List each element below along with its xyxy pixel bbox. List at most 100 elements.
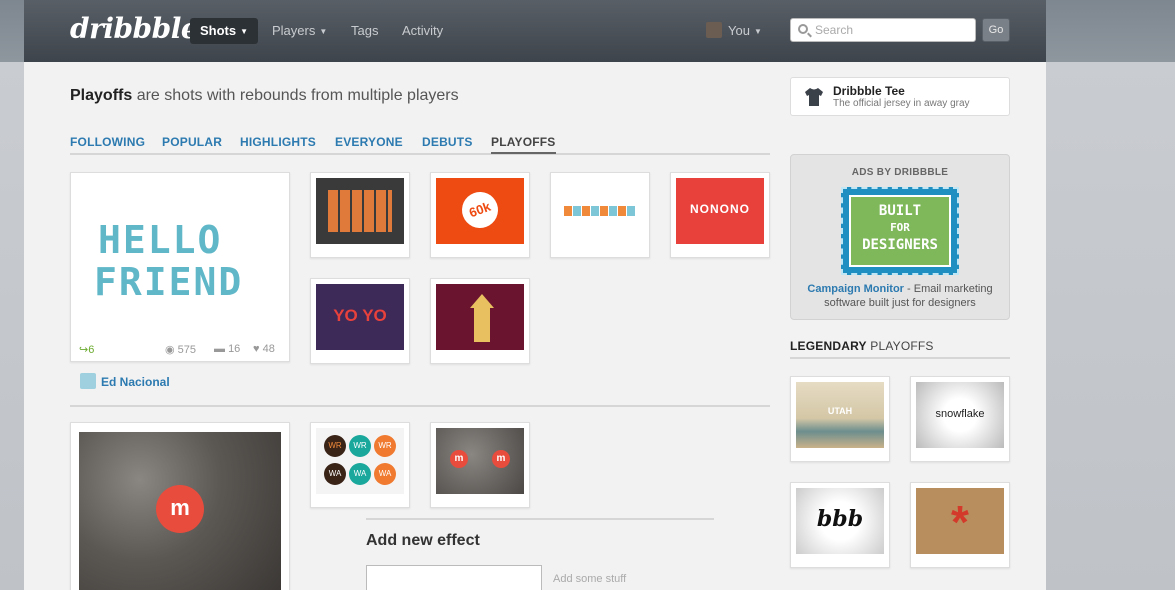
shot-thumbnail: NONONO	[676, 178, 764, 244]
eye-icon: ◉	[165, 344, 175, 356]
arrow-shaft-graphic	[474, 308, 490, 342]
rebound-shot[interactable]	[430, 278, 530, 364]
rebound-count[interactable]: ↪6	[79, 343, 94, 356]
playoff-main-shot[interactable]: m	[70, 422, 290, 590]
m-logo-icon: m	[156, 485, 204, 533]
heart-icon: ♥	[253, 343, 260, 355]
legendary-shot[interactable]: *	[910, 482, 1010, 568]
tab-following[interactable]: FOLLOWING	[70, 135, 145, 149]
go-button[interactable]: Go	[982, 18, 1010, 42]
ad-banner[interactable]: BUILT FOR DESIGNERS	[841, 187, 959, 275]
rebound-shot[interactable]: 60k	[430, 172, 530, 258]
nav-players-label: Players	[272, 23, 316, 38]
playoff-main-shot[interactable]: HELLO FRIEND ↪6 ◉ 575 ▬ 16 ♥ 48	[70, 172, 290, 362]
dribbble-tee-promo[interactable]: Dribbble Tee The official jersey in away…	[790, 77, 1010, 116]
avatar	[706, 22, 722, 38]
wr-badge: WR	[349, 435, 371, 457]
legendary-shot[interactable]: snowflake	[910, 376, 1010, 462]
wr-badge: WR	[324, 435, 346, 457]
nav-activity[interactable]: Activity	[392, 18, 453, 44]
shot-thumbnail	[316, 178, 404, 244]
tee-subtitle: The official jersey in away gray	[833, 98, 970, 109]
tab-everyone[interactable]: EVERYONE	[335, 135, 403, 149]
user-label: You	[728, 23, 750, 38]
ads-panel: ADS BY DRIBBBLE BUILT FOR DESIGNERS Camp…	[790, 154, 1010, 320]
m-logo-icon: m	[492, 450, 510, 468]
tshirt-icon	[805, 88, 823, 106]
wa-badge: WA	[349, 463, 371, 485]
tagline-rest: are shots with rebounds from multiple pl…	[132, 87, 459, 104]
wr-badge: WR	[374, 435, 396, 457]
shot-title-line-1: HELLO	[98, 218, 223, 262]
section-divider	[70, 405, 770, 407]
search-icon	[798, 24, 808, 34]
m-logo-icon: m	[450, 450, 468, 468]
shot-badge-text: 60k	[456, 186, 504, 234]
chevron-down-icon: ▼	[319, 27, 328, 36]
comment-icon: ▬	[214, 343, 225, 355]
pattern-graphic	[564, 206, 636, 216]
shot-thumbnail: WR WR WR WA WA WA	[316, 428, 404, 494]
nav-activity-label: Activity	[402, 23, 444, 38]
likes-count[interactable]: ♥ 48	[253, 343, 275, 355]
player-name[interactable]: Ed Nacional	[101, 375, 170, 389]
legendary-playoffs-title: LEGENDARY PLAYOFFS	[790, 339, 1010, 359]
user-menu[interactable]: You ▼	[696, 18, 772, 44]
section-divider	[366, 518, 714, 520]
shot-thumbnail	[436, 284, 524, 350]
add-effect-field[interactable]	[366, 565, 542, 590]
shot-thumbnail[interactable]: HELLO FRIEND	[76, 178, 284, 338]
legend-title-bold: LEGENDARY	[790, 339, 867, 353]
wa-badge: WA	[324, 463, 346, 485]
rebound-shot[interactable]: NONONO	[670, 172, 770, 258]
ad-line-2: FOR	[890, 221, 910, 234]
views-value: 575	[177, 344, 197, 356]
comments-value: 16	[228, 343, 241, 355]
player-avatar[interactable]	[80, 373, 96, 389]
tab-playoffs[interactable]: PLAYOFFS	[491, 135, 556, 154]
shot-thumbnail	[556, 178, 644, 244]
legend-title-rest: PLAYOFFS	[866, 339, 934, 353]
dribbble-logo[interactable]: dribbble	[70, 12, 199, 45]
rebound-shot[interactable]: YO YO	[310, 278, 410, 364]
rebound-shot[interactable]: m m	[430, 422, 530, 508]
shot-thumbnail: snowflake	[916, 382, 1004, 448]
add-effect-title: Add new effect	[366, 532, 480, 549]
tab-debuts[interactable]: DEBUTS	[422, 135, 473, 149]
nav-tags-label: Tags	[351, 23, 379, 38]
rebound-shot[interactable]	[310, 172, 410, 258]
shot-thumbnail: *	[916, 488, 1004, 554]
nav-shots[interactable]: Shots ▼	[190, 18, 259, 44]
rebound-shot[interactable]: WR WR WR WA WA WA	[310, 422, 410, 508]
shot-text: YO YO	[333, 306, 387, 325]
views-count: ◉ 575	[165, 343, 196, 356]
shot-thumbnail: YO YO	[316, 284, 404, 350]
rebound-shot[interactable]	[550, 172, 650, 258]
likes-value: 48	[262, 343, 275, 355]
legendary-shot[interactable]: bbb	[790, 482, 890, 568]
nav-tags[interactable]: Tags	[341, 18, 388, 44]
tagline-bold: Playoffs	[70, 87, 133, 104]
comments-count[interactable]: ▬ 16	[214, 343, 240, 355]
add-effect-hint: Add some stuff	[553, 573, 627, 585]
shot-title-line-2: FRIEND	[94, 260, 244, 304]
wa-badge: WA	[374, 463, 396, 485]
shot-thumbnail[interactable]: m	[79, 432, 281, 590]
ad-line-3: DESIGNERS	[862, 237, 938, 253]
chevron-down-icon: ▼	[753, 27, 762, 36]
tab-popular[interactable]: POPULAR	[162, 135, 222, 149]
ad-line-1: BUILT	[878, 203, 922, 219]
ads-title: ADS BY DRIBBBLE	[851, 167, 949, 178]
search-input[interactable]	[815, 21, 970, 39]
shot-text: snowflake	[935, 408, 985, 420]
tee-title: Dribbble Tee	[833, 84, 905, 98]
nav-players[interactable]: Players ▼	[262, 18, 337, 44]
shot-text: UTAH	[827, 406, 853, 416]
shot-tabs: FOLLOWING POPULAR HIGHLIGHTS EVERYONE DE…	[70, 135, 770, 155]
shot-thumbnail: UTAH	[796, 382, 884, 448]
shot-thumbnail: bbb	[796, 488, 884, 554]
legendary-shot[interactable]: UTAH	[790, 376, 890, 462]
tab-highlights[interactable]: HIGHLIGHTS	[240, 135, 316, 149]
rebound-count-value: 6	[88, 344, 95, 356]
ad-link[interactable]: Campaign Monitor	[807, 283, 904, 295]
